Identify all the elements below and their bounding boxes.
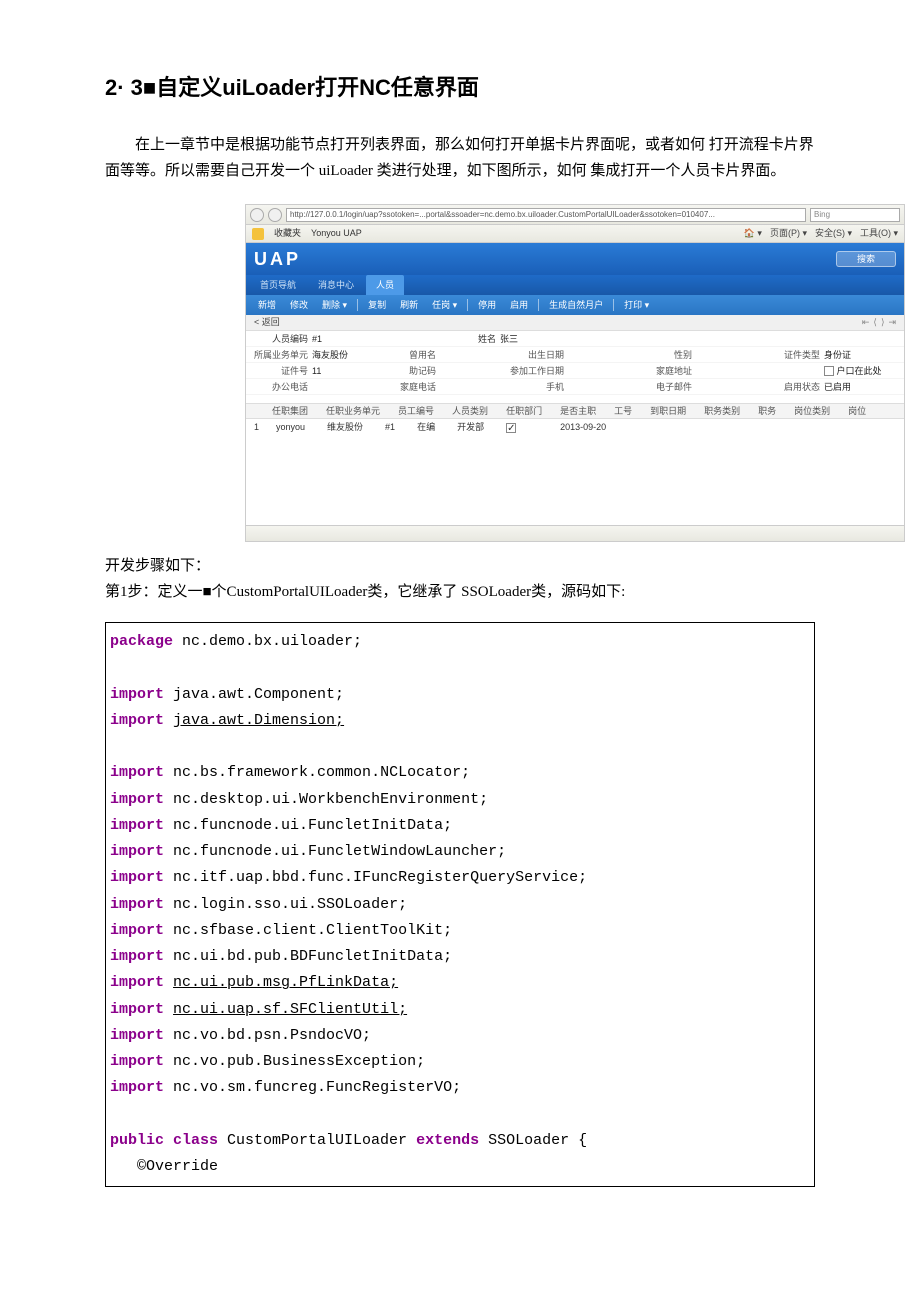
uap-tabs: 首页导航 消息中心 人员 [246,275,904,295]
uap-logo: UAP [254,245,301,274]
pager-prev-icon[interactable]: ⟨ [873,315,877,329]
browser-favorites-bar: 收藏夹 Yonyou UAP 🏠 ▾ 页面(P) ▾ 安全(S) ▾ 工具(O)… [246,225,904,243]
form-label-workdate: 参加工作日期 [510,364,568,378]
detail-cell: 开发部 [457,420,506,434]
detail-header: 到职日期 [650,404,704,418]
detail-header: 工号 [614,404,650,418]
form-label-name: 姓名 [442,332,500,346]
back-row: < 返回 ⇤ ⟨ ⟩ ⇥ [246,315,904,331]
detail-header: 人员类别 [452,404,506,418]
form-value-idno: 11 [312,364,382,378]
toolbar-separator [357,299,358,311]
detail-header: 员工编号 [398,404,452,418]
back-button[interactable]: < 返回 [254,315,280,329]
uap-tab-personnel[interactable]: 人员 [366,275,404,295]
uap-tab-home[interactable]: 首页导航 [250,275,306,295]
step1-text: 第1步：定义一■个CustomPortalUILoader类，它继承了 SSOL… [105,580,815,604]
favorites-menu-page[interactable]: 页面(P) ▾ [770,226,807,240]
detail-cell: 2013-09-20 [560,420,628,434]
detail-header: 岗位类别 [794,404,848,418]
browser-status-bar [246,525,904,541]
section-heading: 2· 3■自定义uiLoader打开NC任意界面 [105,70,815,105]
favorites-star-icon[interactable] [252,228,264,240]
embedded-screenshot: http://127.0.0.1/login/uap?ssotoken=...p… [245,204,905,542]
screenshot-blank-area [246,435,904,525]
form-value-idtype: 身份证 [824,348,894,362]
toolbar-post-button[interactable]: 任岗 ▾ [426,296,463,314]
detail-header: 职务 [758,404,794,418]
detail-header: 职务类别 [704,404,758,418]
toolbar-new-button[interactable]: 新增 [252,296,282,314]
checkbox-checked-icon [506,423,516,433]
form-label-mnemonic: 助记码 [382,364,440,378]
intro-paragraph: 在上一章节中是根据功能节点打开列表界面，那么如何打开单据卡片界面呢，或者如何 打… [105,133,815,184]
form-label-idno: 证件号 [254,364,312,378]
toolbar-separator [613,299,614,311]
form-label-code: 人员编码 [254,332,312,346]
form-label-birth: 出生日期 [510,348,568,362]
detail-cell: yonyou [276,420,327,434]
favorites-item[interactable]: Yonyou UAP [311,226,362,240]
form-label-homeaddr: 家庭地址 [638,364,696,378]
form-label-idtype: 证件类型 [766,348,824,362]
detail-header: 任职集团 [272,404,326,418]
toolbar-edit-button[interactable]: 修改 [284,296,314,314]
detail-header: 任职部门 [506,404,560,418]
form-label-gender: 性别 [638,348,696,362]
detail-header-row: 任职集团 任职业务单元 员工编号 人员类别 任职部门 是否主职 工号 到职日期 … [246,403,904,419]
form-value-org: 海友股份 [312,348,382,362]
form-label-email: 电子邮件 [638,380,696,394]
favorites-menu-security[interactable]: 安全(S) ▾ [815,226,852,240]
form-label-usedname: 曾用名 [382,348,440,362]
steps-intro-text: 开发步骤如下： [105,554,815,578]
form-label-org: 所属业务单元 [254,348,312,362]
toolbar-print-button[interactable]: 打印 ▾ [618,296,655,314]
detail-cell: 在编 [417,420,457,434]
pager-next-icon[interactable]: ⟩ [881,315,885,329]
uap-toolbar: 新增 修改 删除 ▾ 复制 刷新 任岗 ▾ 停用 启用 生成自然月户 打印 ▾ [246,295,904,315]
detail-cell: 维友股份 [327,420,385,434]
detail-header: 任职业务单元 [326,404,398,418]
uap-header: UAP 搜索 [246,243,904,275]
code-block: package nc.demo.bx.uiloader; import java… [105,622,815,1187]
toolbar-copy-button[interactable]: 复制 [362,296,392,314]
toolbar-refresh-button[interactable]: 刷新 [394,296,424,314]
detail-data-row[interactable]: 1 yonyou 维友股份 #1 在编 开发部 2013-09-20 [246,419,904,435]
toolbar-enable-button[interactable]: 启用 [504,296,534,314]
form-value-name: 张三 [500,332,570,346]
browser-forward-icon[interactable] [268,208,282,222]
favorites-label: 收藏夹 [274,226,301,240]
toolbar-separator [467,299,468,311]
favorites-menu-tools[interactable]: 工具(O) ▾ [860,226,898,240]
browser-search-field[interactable]: Bing [810,208,900,222]
toolbar-delete-button[interactable]: 删除 ▾ [316,296,353,314]
detail-cell: 1 [254,420,276,434]
form-label-hukou: 户口在此处 [837,366,882,376]
form-label-hometel: 家庭电话 [382,380,440,394]
form-value-code: #1 [312,332,382,346]
browser-address-bar: http://127.0.0.1/login/uap?ssotoken=...p… [246,205,904,225]
uap-tab-messages[interactable]: 消息中心 [308,275,364,295]
browser-back-icon[interactable] [250,208,264,222]
toolbar-separator [538,299,539,311]
pager-last-icon[interactable]: ⇥ [888,315,896,329]
detail-cell: #1 [385,420,417,434]
browser-url-field[interactable]: http://127.0.0.1/login/uap?ssotoken=...p… [286,208,806,222]
uap-search-button[interactable]: 搜索 [836,251,896,267]
checkbox-icon[interactable] [824,366,834,376]
form-label-status: 启用状态 [766,380,824,394]
favorites-menu-home-icon[interactable]: 🏠 ▾ [744,226,762,240]
form-value-status: 已启用 [824,380,894,394]
form-label-officetel: 办公电话 [254,380,312,394]
toolbar-generate-button[interactable]: 生成自然月户 [543,296,609,314]
form-label-mobile: 手机 [510,380,568,394]
detail-header: 是否主职 [560,404,614,418]
form-area: 人员编码 #1 姓名 张三 所属业务单元 海友股份 曾用名 出生日期 性别 证件… [246,331,904,435]
detail-cell [506,420,538,434]
detail-header: 岗位 [848,404,884,418]
pager-first-icon[interactable]: ⇤ [862,315,870,329]
toolbar-disable-button[interactable]: 停用 [472,296,502,314]
